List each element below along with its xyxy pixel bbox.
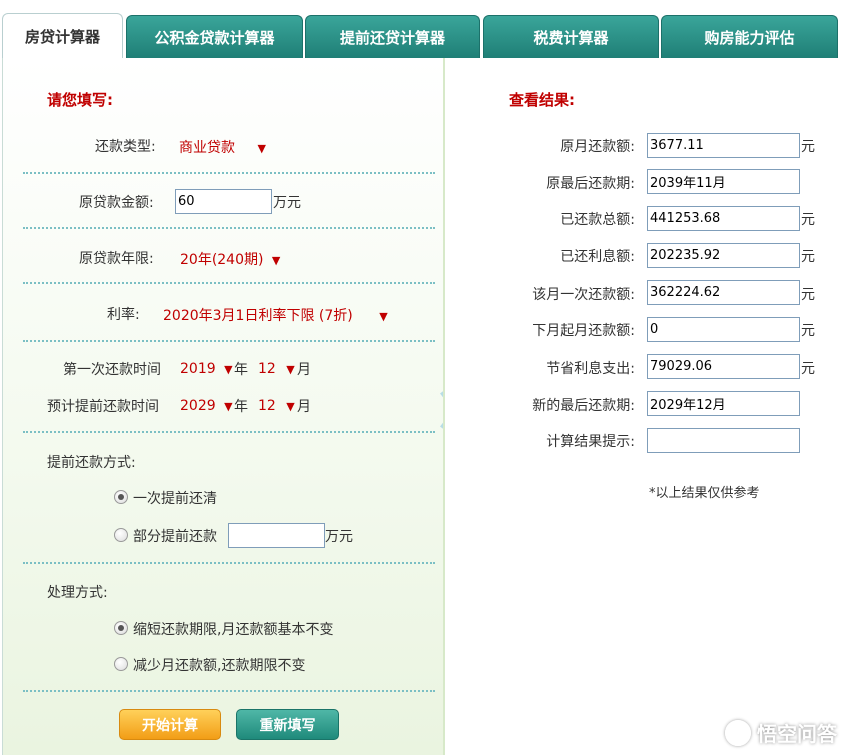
- prepay-month-select[interactable]: 12 ▼: [258, 398, 295, 414]
- term-select[interactable]: 20年(240期) ▼: [180, 249, 280, 269]
- dropdown-arrow-icon: ▼: [271, 254, 281, 267]
- prepay-full-label: 一次提前还清: [133, 491, 217, 507]
- divider: [23, 172, 435, 174]
- prepay-partial-label: 部分提前还款: [133, 529, 217, 545]
- result-original-last-period: [647, 169, 800, 194]
- first-repay-label: 第一次还款时间: [63, 362, 161, 378]
- result-label: 该月一次还款额:: [532, 287, 635, 303]
- process-reduce-radio[interactable]: [114, 657, 128, 671]
- process-shorten-radio[interactable]: [114, 621, 128, 635]
- first-year-select[interactable]: 2019 ▼: [180, 361, 233, 377]
- year-unit: 年: [234, 362, 248, 378]
- prepay-full-radio[interactable]: [114, 490, 128, 504]
- start-calculation-button[interactable]: 开始计算: [119, 709, 221, 740]
- divider: [23, 340, 435, 342]
- result-label: 原最后还款期:: [546, 176, 635, 192]
- amount-unit: 万元: [273, 195, 301, 211]
- form-title: 请您填写:: [47, 91, 113, 109]
- prepay-time-label: 预计提前还款时间: [47, 399, 159, 415]
- first-year-value: 2019: [180, 361, 216, 377]
- prepay-year-select[interactable]: 2029 ▼: [180, 398, 233, 414]
- divider: [23, 282, 435, 284]
- tab-provident-fund-calculator[interactable]: 公积金贷款计算器: [126, 15, 303, 58]
- tab-prepayment-calculator[interactable]: 提前还贷计算器: [305, 15, 480, 58]
- divider: [23, 431, 435, 433]
- tab-affordability-assessment[interactable]: 购房能力评估: [661, 15, 838, 58]
- result-label: 计算结果提示:: [546, 434, 635, 450]
- month-unit: 月: [297, 399, 311, 415]
- dropdown-arrow-icon: ▼: [379, 310, 388, 323]
- input-panel: 请您填写: 还款类型: 商业贷款 ▼ 原贷款金额: 万元 原贷款年限: 20年(…: [2, 58, 443, 755]
- rate-select[interactable]: 2020年3月1日利率下限 (7折) ▼: [163, 305, 388, 325]
- year-unit: 年: [234, 399, 248, 415]
- process-shorten-label: 缩短还款期限,月还款额基本不变: [133, 622, 334, 638]
- repay-type-label: 还款类型:: [95, 139, 156, 155]
- divider: [23, 227, 435, 229]
- result-label: 新的最后还款期:: [532, 398, 635, 414]
- partial-unit: 万元: [325, 529, 353, 545]
- results-note: *以上结果仅供参考: [649, 486, 760, 501]
- term-label: 原贷款年限:: [79, 251, 154, 267]
- result-interest-paid: [647, 243, 800, 268]
- result-label: 已还利息额:: [560, 249, 635, 265]
- watermark-logo-icon: [725, 719, 751, 746]
- result-unit: 元: [801, 212, 815, 228]
- rate-value: 2020年3月1日利率下限 (7折): [163, 308, 353, 324]
- term-value: 20年(240期): [180, 252, 264, 268]
- repay-type-select[interactable]: 商业贷款 ▼: [179, 137, 266, 157]
- prepay-partial-radio[interactable]: [114, 528, 128, 542]
- result-original-monthly-payment: [647, 133, 800, 158]
- result-unit: 元: [801, 139, 815, 155]
- results-title: 查看结果:: [509, 91, 575, 109]
- month-unit: 月: [297, 362, 311, 378]
- dropdown-arrow-icon: ▼: [286, 363, 295, 376]
- repay-type-value: 商业贷款: [179, 140, 235, 156]
- result-unit: 元: [801, 361, 815, 377]
- prepay-month-value: 12: [258, 398, 276, 414]
- result-unit: 元: [801, 323, 815, 339]
- result-calculation-hint: [647, 428, 800, 453]
- result-unit: 元: [801, 287, 815, 303]
- result-interest-saved: [647, 354, 800, 379]
- tab-mortgage-calculator[interactable]: 房贷计算器: [2, 13, 123, 59]
- amount-input[interactable]: [175, 189, 272, 214]
- result-label: 已还款总额:: [560, 212, 635, 228]
- first-month-value: 12: [258, 361, 276, 377]
- tab-tax-calculator[interactable]: 税费计算器: [483, 15, 659, 58]
- dropdown-arrow-icon: ▼: [224, 400, 233, 413]
- tab-bar: 房贷计算器 公积金贷款计算器 提前还贷计算器 税费计算器 购房能力评估: [0, 0, 847, 60]
- prepay-year-value: 2029: [180, 398, 216, 414]
- dropdown-arrow-icon: ▼: [286, 400, 295, 413]
- dropdown-arrow-icon: ▼: [257, 142, 266, 155]
- process-method-label: 处理方式:: [47, 585, 108, 601]
- partial-amount-input[interactable]: [228, 523, 325, 548]
- dropdown-arrow-icon: ▼: [224, 363, 233, 376]
- rate-label: 利率:: [107, 307, 140, 323]
- result-total-paid: [647, 206, 800, 231]
- result-label: 原月还款额:: [560, 139, 635, 155]
- reset-button[interactable]: 重新填写: [236, 709, 339, 740]
- watermark: 悟空问答: [725, 718, 837, 747]
- results-panel: 查看结果: 原月还款额: 元 原最后还款期: 已还款总额: 元 已还利息额: 元…: [443, 58, 847, 755]
- divider: [23, 690, 435, 692]
- result-label: 节省利息支出:: [546, 361, 635, 377]
- prepay-method-label: 提前还款方式:: [47, 455, 136, 471]
- watermark-text: 悟空问答: [757, 722, 837, 746]
- first-month-select[interactable]: 12 ▼: [258, 361, 295, 377]
- divider: [23, 562, 435, 564]
- result-lump-sum-payment: [647, 280, 800, 305]
- result-next-monthly-payment: [647, 317, 800, 342]
- result-unit: 元: [801, 249, 815, 265]
- amount-label: 原贷款金额:: [79, 195, 154, 211]
- result-label: 下月起月还款额:: [532, 323, 635, 339]
- process-reduce-label: 减少月还款额,还款期限不变: [133, 658, 306, 674]
- result-new-last-period: [647, 391, 800, 416]
